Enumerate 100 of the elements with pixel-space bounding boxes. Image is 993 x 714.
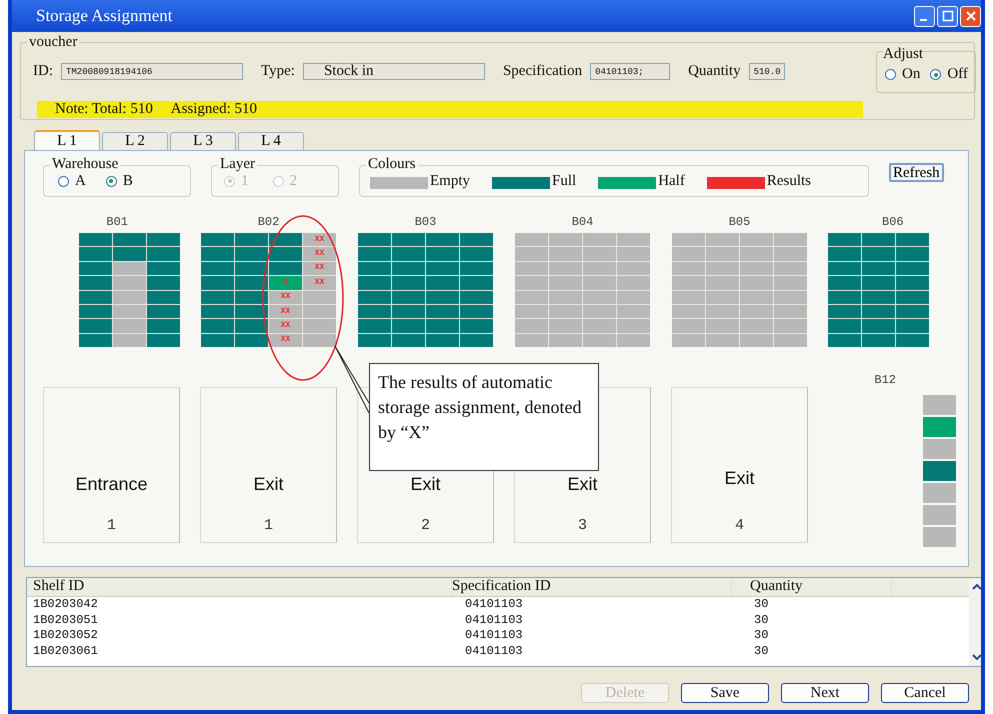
shelf-cell[interactable] bbox=[583, 247, 616, 261]
shelf-cell[interactable] bbox=[740, 334, 773, 348]
shelf-cell[interactable] bbox=[828, 262, 861, 276]
shelf-cell[interactable] bbox=[147, 304, 180, 318]
shelf-cell[interactable] bbox=[201, 233, 234, 246]
shelf-cell[interactable] bbox=[862, 290, 895, 304]
radio-option[interactable]: On bbox=[885, 66, 920, 83]
shelf-cell[interactable] bbox=[896, 276, 929, 290]
shelf-cell[interactable] bbox=[303, 304, 336, 318]
shelf-cell[interactable] bbox=[113, 247, 146, 261]
shelf-cell[interactable] bbox=[862, 334, 895, 348]
shelf-cell[interactable] bbox=[896, 262, 929, 276]
shelf-cell[interactable] bbox=[392, 247, 425, 261]
shelf-cell[interactable] bbox=[201, 247, 234, 261]
shelf-cell[interactable] bbox=[706, 233, 739, 246]
shelf-cell[interactable] bbox=[426, 319, 459, 333]
shelf-cell[interactable] bbox=[147, 262, 180, 276]
text-field[interactable]: TM20080918194106 bbox=[61, 63, 243, 80]
shelf-cell[interactable] bbox=[862, 247, 895, 261]
shelf-cell[interactable] bbox=[113, 262, 146, 276]
shelf-cell[interactable] bbox=[515, 290, 548, 304]
shelf-cell[interactable] bbox=[706, 276, 739, 290]
shelf-cell[interactable] bbox=[201, 319, 234, 333]
shelf-cell[interactable] bbox=[113, 304, 146, 318]
shelf-cell[interactable] bbox=[79, 276, 112, 290]
action-button[interactable]: Save bbox=[681, 683, 769, 703]
shelf-cell[interactable] bbox=[358, 262, 391, 276]
shelf-cell[interactable] bbox=[235, 233, 268, 246]
shelf-cell[interactable] bbox=[460, 334, 493, 348]
shelf-cell[interactable] bbox=[672, 247, 705, 261]
shelf-cell[interactable] bbox=[460, 262, 493, 276]
shelf-cell[interactable] bbox=[460, 276, 493, 290]
shelf-cell[interactable] bbox=[923, 483, 956, 504]
shelf-cell[interactable] bbox=[113, 276, 146, 290]
shelf-cell[interactable] bbox=[923, 439, 956, 460]
shelf-cell[interactable] bbox=[862, 233, 895, 246]
shelf-cell[interactable] bbox=[828, 334, 861, 348]
tab[interactable]: L 1 bbox=[34, 130, 100, 150]
shelf-cell[interactable] bbox=[583, 233, 616, 246]
shelf-cell[interactable] bbox=[358, 304, 391, 318]
shelf-cell[interactable] bbox=[392, 233, 425, 246]
shelf-cell[interactable] bbox=[392, 319, 425, 333]
shelf-cell[interactable] bbox=[549, 262, 582, 276]
shelf-cell[interactable] bbox=[201, 290, 234, 304]
tab[interactable]: L 4 bbox=[238, 132, 304, 150]
radio-option[interactable]: B bbox=[106, 172, 133, 190]
shelf-cell[interactable] bbox=[617, 334, 650, 348]
shelf-cell[interactable] bbox=[774, 247, 807, 261]
shelf-cell[interactable] bbox=[426, 304, 459, 318]
minimize-button[interactable] bbox=[914, 6, 935, 26]
shelf-cell[interactable] bbox=[549, 233, 582, 246]
shelf-cell[interactable] bbox=[147, 334, 180, 348]
radio-option[interactable]: A bbox=[58, 172, 86, 190]
shelf-cell[interactable] bbox=[706, 247, 739, 261]
shelf-cell[interactable] bbox=[358, 334, 391, 348]
shelf-cell[interactable] bbox=[706, 334, 739, 348]
shelf-cell[interactable] bbox=[923, 417, 956, 438]
shelf-cell[interactable] bbox=[515, 233, 548, 246]
shelf-cell[interactable] bbox=[201, 334, 234, 348]
shelf-cell[interactable] bbox=[303, 290, 336, 304]
shelf-cell[interactable] bbox=[392, 334, 425, 348]
shelf-cell[interactable] bbox=[201, 276, 234, 290]
shelf-cell[interactable] bbox=[740, 319, 773, 333]
shelf-cell[interactable] bbox=[201, 304, 234, 318]
shelf-cell[interactable] bbox=[426, 334, 459, 348]
shelf-cell[interactable] bbox=[235, 262, 268, 276]
shelf-cell[interactable] bbox=[358, 319, 391, 333]
shelf-cell[interactable] bbox=[515, 304, 548, 318]
shelf-cell[interactable] bbox=[896, 334, 929, 348]
shelf-cell[interactable] bbox=[740, 276, 773, 290]
shelf-cell[interactable] bbox=[549, 247, 582, 261]
shelf-cell[interactable] bbox=[269, 262, 302, 276]
shelf-cell[interactable] bbox=[672, 334, 705, 348]
shelf-cell[interactable] bbox=[828, 276, 861, 290]
shelf-cell[interactable] bbox=[392, 290, 425, 304]
shelf-cell[interactable] bbox=[706, 290, 739, 304]
shelf-cell[interactable] bbox=[303, 319, 336, 333]
shelf-cell[interactable] bbox=[392, 276, 425, 290]
shelf-cell[interactable] bbox=[896, 304, 929, 318]
shelf-cell[interactable] bbox=[583, 290, 616, 304]
shelf-cell[interactable] bbox=[235, 304, 268, 318]
shelf-cell[interactable] bbox=[426, 290, 459, 304]
shelf-cell[interactable] bbox=[740, 262, 773, 276]
shelf-cell[interactable] bbox=[672, 304, 705, 318]
shelf-cell[interactable] bbox=[79, 262, 112, 276]
shelf-cell[interactable] bbox=[923, 505, 956, 526]
shelf-cell[interactable] bbox=[617, 233, 650, 246]
scroll-bar[interactable] bbox=[969, 578, 981, 666]
shelf-cell[interactable] bbox=[923, 527, 956, 548]
shelf-cell[interactable] bbox=[672, 262, 705, 276]
shelf-cell[interactable] bbox=[828, 319, 861, 333]
shelf-cell[interactable] bbox=[515, 319, 548, 333]
shelf-cell[interactable] bbox=[617, 290, 650, 304]
shelf-cell[interactable] bbox=[774, 304, 807, 318]
shelf-cell[interactable] bbox=[706, 304, 739, 318]
action-button[interactable]: Next bbox=[781, 683, 869, 703]
shelf-cell[interactable] bbox=[515, 334, 548, 348]
shelf-cell[interactable] bbox=[862, 262, 895, 276]
shelf-cell[interactable] bbox=[201, 262, 234, 276]
shelf-cell[interactable] bbox=[617, 276, 650, 290]
